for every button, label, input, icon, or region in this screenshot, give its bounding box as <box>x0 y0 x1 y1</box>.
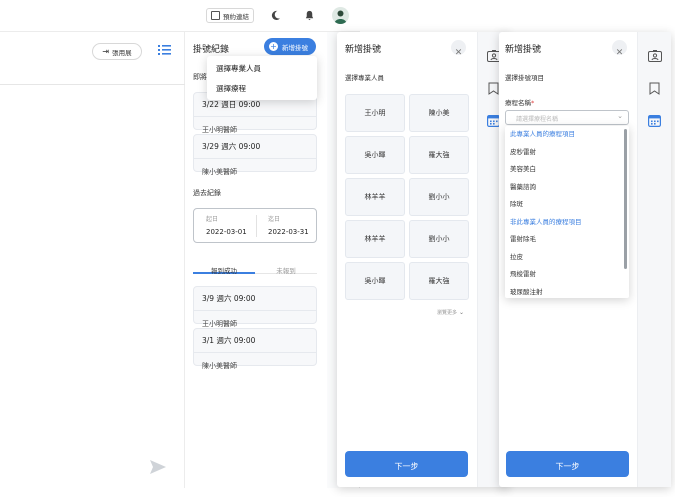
close-icon: ✕ <box>615 48 624 58</box>
bell-icon[interactable] <box>304 10 315 21</box>
treatment-option[interactable]: 皮秒雷射 <box>505 144 629 162</box>
tab-checked-in[interactable]: 報到成功 <box>193 258 255 275</box>
expand-icon: ⇥ <box>102 47 110 56</box>
date-divider <box>256 215 257 237</box>
divider <box>0 84 185 85</box>
treatment-panel-rail <box>637 32 671 487</box>
past-time: 3/9 週六 09:00 <box>202 294 256 303</box>
end-date-label: 迄日 <box>268 216 281 223</box>
staff-option[interactable]: 林羊羊 <box>345 178 405 216</box>
treatment-options-list: 此專業人員的療程項目 皮秒雷射 美容美白 醫藥諮詢 除斑 非此專業人員的療程項目… <box>505 126 629 298</box>
tab-not-checked-in[interactable]: 未報到 <box>255 258 317 275</box>
past-records-label: 過去紀錄 <box>193 189 221 197</box>
staff-option[interactable]: 劉小小 <box>409 178 469 216</box>
staff-option[interactable]: 吳小暉 <box>345 136 405 174</box>
treatment-option[interactable]: 玻尿酸注射 <box>505 284 629 302</box>
past-time: 3/1 週六 09:00 <box>202 336 256 345</box>
treatment-option[interactable]: 雷射除毛 <box>505 231 629 249</box>
end-date: 2022-03-31 <box>268 228 309 236</box>
dark-mode-icon[interactable] <box>270 10 281 21</box>
booking-link-button[interactable]: 預約連結 <box>206 8 254 23</box>
avatar[interactable] <box>332 7 349 24</box>
menu-item-select-staff[interactable]: 選擇專業人員 <box>207 56 317 78</box>
staff-panel: 新增掛號 ✕ 選擇專業人員 王小明 陳小美 吳小暉 羅大強 林羊羊 劉小小 林羊… <box>337 32 509 487</box>
start-date-label: 起日 <box>206 216 219 223</box>
staff-option[interactable]: 羅大強 <box>409 136 469 174</box>
treatment-option[interactable]: 醫藥諮詢 <box>505 179 629 197</box>
treatment-option[interactable]: 拉皮 <box>505 249 629 267</box>
plus-icon: + <box>269 42 278 51</box>
menu-item-select-treatment[interactable]: 選擇療程 <box>207 78 317 94</box>
booking-link-label: 預約連結 <box>223 12 249 21</box>
list-icon[interactable] <box>158 44 171 56</box>
bookmark-icon[interactable] <box>649 82 660 95</box>
staff-option[interactable]: 劉小小 <box>409 220 469 258</box>
next-button-label: 下一步 <box>394 462 419 471</box>
staff-panel-subtitle: 選擇專業人員 <box>345 74 384 82</box>
treatment-field-label-text: 療程名稱 <box>505 99 531 107</box>
option-group-header: 非此專業人員的療程項目 <box>510 217 582 226</box>
next-button[interactable]: 下一步 <box>506 451 629 477</box>
calendar-icon[interactable] <box>648 114 661 127</box>
add-menu: 選擇專業人員 選擇療程 <box>207 56 317 100</box>
id-card-icon[interactable] <box>648 50 662 62</box>
left-panel: ⇥ 張用展 <box>0 32 185 488</box>
treatment-panel-title: 新增掛號 <box>505 45 542 55</box>
chevron-down-icon: ⌄ <box>617 112 623 120</box>
staff-grid: 王小明 陳小美 吳小暉 羅大強 林羊羊 劉小小 林羊羊 劉小小 吳小暉 羅大強 <box>345 94 469 304</box>
staff-option[interactable]: 林羊羊 <box>345 220 405 258</box>
past-card[interactable]: 3/9 週六 09:00 王小明醫師 <box>193 286 317 328</box>
close-button[interactable]: ✕ <box>612 40 627 58</box>
treatment-option[interactable]: 美容美白 <box>505 161 629 179</box>
upcoming-time: 3/29 週六 09:00 <box>202 142 261 151</box>
app-window: 預約連結 ⇥ 張用展 掛號紀錄 + 新增掛號 即將 3/22 週日 09:00 … <box>0 0 360 488</box>
treatment-option[interactable]: 飛梭雷射 <box>505 266 629 284</box>
close-button[interactable]: ✕ <box>451 40 466 58</box>
option-group-header: 此專業人員的療程項目 <box>510 130 575 138</box>
close-icon: ✕ <box>454 48 463 58</box>
expand-button[interactable]: ⇥ 張用展 <box>92 43 142 60</box>
show-more-label: 瀏覽更多 <box>437 310 458 316</box>
add-registration-label: 新增掛號 <box>282 43 308 52</box>
treatment-panel: 新增掛號 ✕ 選擇掛號項目 療程名稱* 請選擇療程名稱 ⌄ 此專業人員的療程項目… <box>499 32 671 487</box>
staff-option[interactable]: 羅大強 <box>409 262 469 300</box>
upcoming-label: 即將 <box>193 73 207 81</box>
date-range-picker[interactable]: 起日 2022-03-01 迄日 2022-03-31 <box>193 208 317 243</box>
options-scrollbar[interactable] <box>624 129 627 269</box>
next-button[interactable]: 下一步 <box>345 451 468 477</box>
treatment-select-placeholder: 請選擇療程名稱 <box>516 116 559 123</box>
staff-panel-title: 新增掛號 <box>345 45 382 55</box>
tab-checked-in-label: 報到成功 <box>211 267 237 275</box>
treatment-select[interactable]: 請選擇療程名稱 ⌄ <box>505 110 629 125</box>
staff-option[interactable]: 王小明 <box>345 94 405 132</box>
next-button-label: 下一步 <box>555 462 580 471</box>
expand-label: 張用展 <box>112 48 132 57</box>
show-more-link[interactable]: 瀏覽更多 ⌄ <box>437 309 464 316</box>
treatment-option[interactable]: 除斑 <box>505 196 629 214</box>
copy-icon <box>211 11 220 20</box>
upcoming-doctor: 陳小美醫師 <box>194 158 316 181</box>
staff-option[interactable]: 陳小美 <box>409 94 469 132</box>
records-panel: 掛號紀錄 + 新增掛號 即將 3/22 週日 09:00 王小明醫師 3/29 … <box>185 32 325 488</box>
send-icon[interactable] <box>150 460 166 474</box>
add-registration-button[interactable]: + 新增掛號 <box>264 38 316 55</box>
staff-option[interactable]: 吳小暉 <box>345 262 405 300</box>
start-date: 2022-03-01 <box>206 228 247 236</box>
bookmark-icon[interactable] <box>488 82 499 95</box>
upcoming-card[interactable]: 3/29 週六 09:00 陳小美醫師 <box>193 134 317 176</box>
past-doctor: 陳小美醫師 <box>194 352 316 375</box>
past-card[interactable]: 3/1 週六 09:00 陳小美醫師 <box>193 328 317 370</box>
records-title: 掛號紀錄 <box>193 45 230 55</box>
tab-not-checked-in-label: 未報到 <box>276 267 296 275</box>
treatment-panel-subtitle: 選擇掛號項目 <box>505 74 544 82</box>
required-mark: * <box>531 99 535 107</box>
treatment-field-label: 療程名稱* <box>505 97 534 107</box>
top-bar: 預約連結 <box>0 0 360 32</box>
chevron-down-icon: ⌄ <box>459 309 465 316</box>
